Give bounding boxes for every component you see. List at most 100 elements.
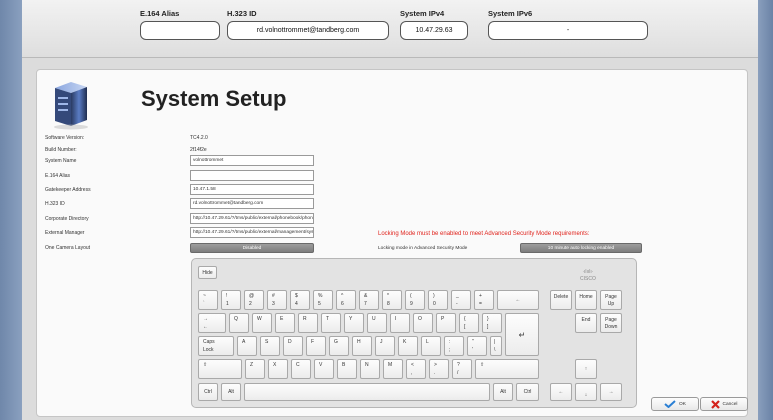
key-quote[interactable]: " ' [467,336,487,356]
key-backslash[interactable]: | \ [490,336,502,356]
key-minus[interactable]: _ - [451,290,471,310]
key-t[interactable]: T [321,313,341,333]
key-w[interactable]: W [252,313,272,333]
page-down-key[interactable]: Page Down [600,313,622,333]
key-semicolon[interactable]: :; [444,336,464,356]
key-e[interactable]: E [275,313,295,333]
shift-left-key[interactable]: ⇧ [198,359,242,379]
system-ipv6-field[interactable]: - [488,21,648,40]
key-9[interactable]: (9 [405,290,425,310]
key-equals[interactable]: + = [474,290,494,310]
one-camera-layout-toggle[interactable]: Disabled [190,243,314,253]
system-setup-panel: System Setup Software Version: TC4.2.0 B… [36,69,748,417]
arrow-right-key[interactable]: → [600,383,622,401]
key-c[interactable]: C [291,359,311,379]
key-r[interactable]: R [298,313,318,333]
key-g[interactable]: G [329,336,349,356]
key-q[interactable]: Q [229,313,249,333]
key-0[interactable]: ) 0 [428,290,448,310]
key-o[interactable]: O [413,313,433,333]
key-n[interactable]: N [360,359,380,379]
key-7[interactable]: & 7 [359,290,379,310]
key-k[interactable]: K [398,336,418,356]
key-3[interactable]: #3 [267,290,287,310]
on-screen-keyboard: Hide ·ılıılı· CISCO ~ ` ! 1 @2 #3 $4 % 5 ^ 6 … [191,258,637,408]
key-2[interactable]: @2 [244,290,264,310]
arrow-up-key[interactable]: ↑ [575,359,597,379]
enter-key[interactable]: ↵ [505,313,539,356]
system-ipv4-field[interactable]: 10.47.29.63 [400,21,468,40]
key-6[interactable]: ^ 6 [336,290,356,310]
gatekeeper-address-input[interactable]: 10.47.1.58 [190,184,314,195]
key-8[interactable]: * 8 [382,290,402,310]
key-left-bracket[interactable]: {[ [459,313,479,333]
hide-key[interactable]: Hide [198,266,217,279]
alt-right-key[interactable]: Alt [493,383,513,401]
corporate-directory-label: Corporate Directory [45,216,89,222]
key-p[interactable]: P [436,313,456,333]
key-z[interactable]: Z [245,359,265,379]
row-corporate-directory: Corporate Directory http://10.47.29.61/?… [37,213,749,225]
arrow-left-key[interactable]: ← [550,383,572,401]
caps-lock-key[interactable]: Caps Lock [198,336,234,356]
key-1[interactable]: ! 1 [221,290,241,310]
shift-right-key[interactable]: ⇧ [475,359,539,379]
key-v[interactable]: V [314,359,334,379]
key-a[interactable]: A [237,336,257,356]
home-key[interactable]: Home [575,290,597,310]
e164-alias-row-label: E.164 Alias [45,173,71,179]
h323-id-label: H.323 ID [227,9,257,18]
key-x[interactable]: X [268,359,288,379]
key-j[interactable]: J [375,336,395,356]
gatekeeper-address-label: Gatekeeper Address [45,187,91,193]
key-4[interactable]: $4 [290,290,310,310]
key-f[interactable]: F [306,336,326,356]
tab-key[interactable]: → ← [198,313,226,333]
key-y[interactable]: Y [344,313,364,333]
key-right-bracket[interactable]: }] [482,313,502,333]
space-key[interactable] [244,383,490,401]
row-gatekeeper-address: Gatekeeper Address 10.47.1.58 [37,184,749,196]
locking-mode-toggle[interactable]: 10 minute auto locking enabled [520,243,642,253]
server-icon [54,82,88,130]
key-m[interactable]: M [383,359,403,379]
key-s[interactable]: S [260,336,280,356]
build-number-value: 2f14f2e [190,147,207,153]
software-version-value: TC4.2.0 [190,135,208,141]
key-backtick[interactable]: ~ ` [198,290,218,310]
system-ipv4-label: System IPv4 [400,9,445,18]
cisco-logo: ·ılıılı· CISCO [580,269,596,282]
key-i[interactable]: I [390,313,410,333]
ctrl-left-key[interactable]: Ctrl [198,383,218,401]
ok-label: OK [679,401,686,407]
external-manager-input[interactable]: http://10.47.29.61/?/tms/public/external… [190,227,314,238]
e164-alias-input[interactable] [190,170,314,181]
corporate-directory-input[interactable]: http://10.47.29.61/?/tms/public/external… [190,213,314,224]
cancel-label: Cancel [722,401,738,407]
delete-key[interactable]: Delete [550,290,572,310]
key-l[interactable]: L [421,336,441,356]
locking-mode-warning: Locking Mode must be enabled to meet Adv… [378,231,590,237]
key-h[interactable]: H [352,336,372,356]
row-h323-id: H.323 ID rd.volnottrommet@tandberg.com [37,198,749,210]
e164-alias-field[interactable] [140,21,220,40]
h323-id-input[interactable]: rd.volnottrommet@tandberg.com [190,198,314,209]
key-comma[interactable]: <, [406,359,426,379]
backspace-key[interactable]: ← [497,290,539,310]
key-d[interactable]: D [283,336,303,356]
key-5[interactable]: % 5 [313,290,333,310]
system-name-input[interactable]: volnottrommet [190,155,314,166]
key-slash[interactable]: ? / [452,359,472,379]
alt-left-key[interactable]: Alt [221,383,241,401]
cancel-button[interactable]: Cancel [700,397,748,411]
page-title: System Setup [141,86,287,111]
ok-button[interactable]: OK [651,397,699,411]
h323-id-field[interactable]: rd.volnottrommet@tandberg.com [227,21,389,40]
arrow-down-key[interactable]: ↓ [575,383,597,401]
key-period[interactable]: >. [429,359,449,379]
ctrl-right-key[interactable]: Ctrl [516,383,539,401]
key-b[interactable]: B [337,359,357,379]
page-up-key[interactable]: Page Up [600,290,622,310]
key-u[interactable]: U [367,313,387,333]
end-key[interactable]: End [575,313,597,333]
